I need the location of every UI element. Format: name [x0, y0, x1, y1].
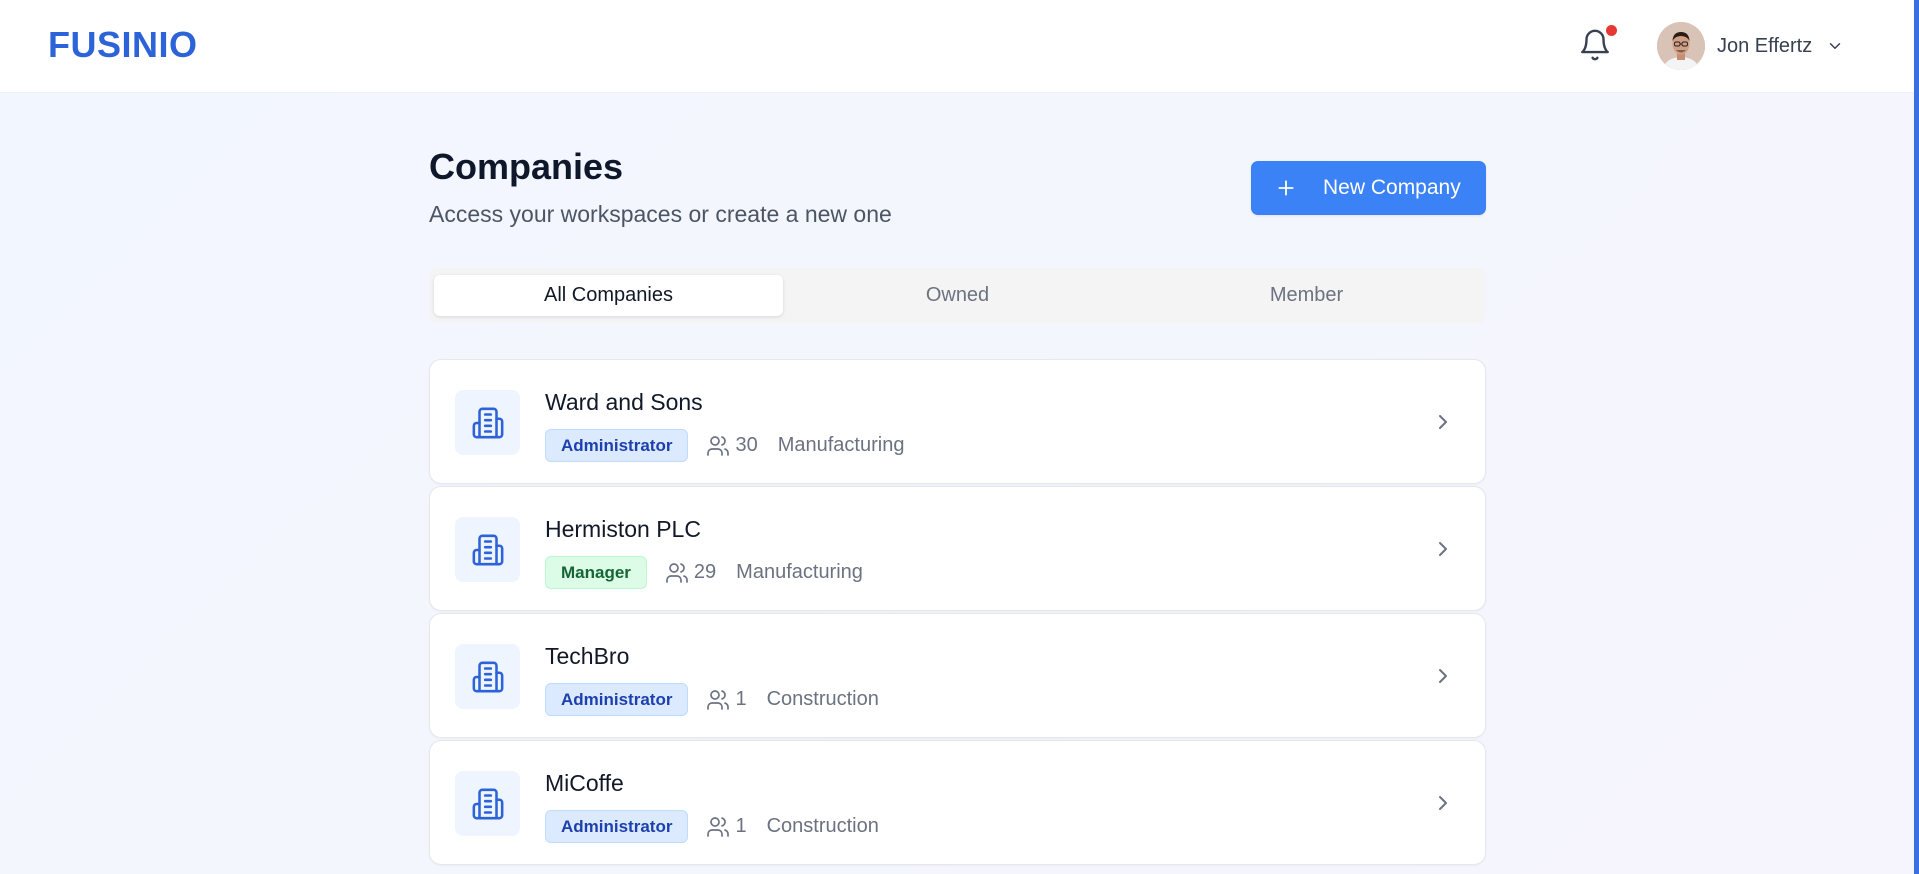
app-logo[interactable]: FUSINIO [48, 24, 198, 66]
company-name: MiCoffe [545, 770, 624, 796]
member-count: 1 [706, 815, 747, 839]
member-count-value: 1 [735, 688, 747, 710]
company-card[interactable]: TechBro Administrator 1 Construction [429, 613, 1486, 738]
chevron-right-icon [1439, 541, 1447, 556]
building-icon [472, 661, 503, 692]
company-list: Ward and Sons Administrator 30 Manufactu… [429, 359, 1486, 867]
company-industry: Construction [766, 688, 879, 710]
member-count: 1 [706, 688, 747, 712]
chevron-right-icon [1439, 795, 1447, 810]
company-icon-tile [455, 517, 520, 582]
member-count-value: 30 [735, 434, 758, 456]
company-meta: Administrator 1 Construction [545, 810, 879, 843]
users-icon [707, 816, 730, 837]
company-filter-tabs: All Companies Owned Member [429, 268, 1486, 323]
building-icon [472, 407, 503, 438]
member-count: 30 [706, 434, 758, 458]
company-card[interactable]: Ward and Sons Administrator 30 Manufactu… [429, 359, 1486, 484]
user-name: Jon Effertz [1717, 34, 1813, 57]
chevron-down-icon [1829, 43, 1841, 49]
page-subtitle: Access your workspaces or create a new o… [429, 201, 892, 227]
scrollbar[interactable] [1914, 0, 1919, 874]
company-card[interactable]: Hermiston PLC Manager 29 Manufacturing [429, 486, 1486, 611]
company-icon-tile [455, 771, 520, 836]
company-icon-tile [455, 644, 520, 709]
tab-member[interactable]: Member [1132, 275, 1481, 316]
page-title: Companies [429, 146, 624, 187]
building-icon [472, 788, 503, 819]
role-badge: Administrator [545, 810, 689, 843]
chevron-right-icon [1439, 668, 1447, 683]
member-count: 29 [665, 561, 716, 585]
role-badge: Manager [545, 556, 647, 589]
user-menu[interactable]: Jon Effertz [1657, 22, 1844, 70]
app-root: FUSINIO Jon Effertz Companies Access you… [0, 0, 1919, 874]
avatar-image [1657, 22, 1705, 70]
company-meta: Administrator 30 Manufacturing [545, 429, 904, 462]
company-card[interactable]: MiCoffe Administrator 1 Construction [429, 740, 1486, 865]
building-icon [472, 534, 503, 565]
tab-all-companies[interactable]: All Companies [434, 275, 783, 316]
company-industry: Manufacturing [736, 561, 863, 583]
top-header: FUSINIO Jon Effertz [0, 0, 1914, 93]
tab-owned[interactable]: Owned [783, 275, 1132, 316]
member-count-value: 1 [735, 815, 747, 837]
company-icon-tile [455, 390, 520, 455]
users-icon [707, 435, 730, 456]
company-name: Hermiston PLC [545, 516, 701, 542]
new-company-button[interactable]: New Company [1251, 161, 1486, 215]
users-icon [666, 562, 688, 583]
avatar [1657, 22, 1705, 70]
role-badge: Administrator [545, 683, 689, 716]
company-name: TechBro [545, 643, 630, 669]
users-icon [707, 689, 730, 710]
notification-dot [1606, 25, 1617, 36]
chevron-right-icon [1439, 414, 1447, 429]
company-industry: Construction [766, 815, 879, 837]
role-badge: Administrator [545, 429, 689, 462]
new-company-label: New Company [1323, 176, 1461, 199]
company-name: Ward and Sons [545, 389, 703, 415]
member-count-value: 29 [693, 561, 717, 583]
company-meta: Administrator 1 Construction [545, 683, 879, 716]
plus-icon [1278, 180, 1294, 196]
company-industry: Manufacturing [777, 434, 905, 456]
company-meta: Manager 29 Manufacturing [545, 556, 863, 589]
